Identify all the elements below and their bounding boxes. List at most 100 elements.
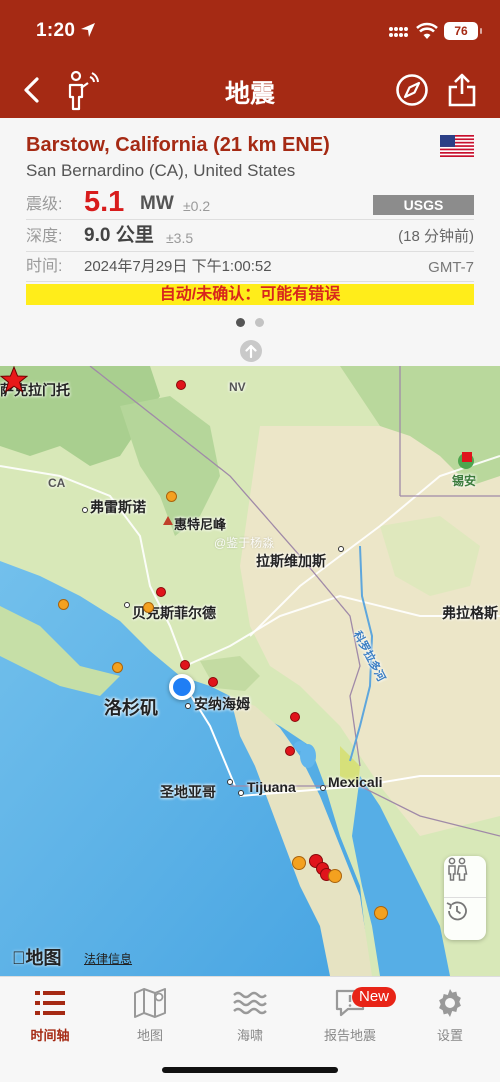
quake-marker[interactable] bbox=[292, 856, 306, 870]
us-flag-icon bbox=[440, 135, 474, 157]
city-dot-fresno bbox=[82, 507, 88, 513]
map-label-los-angeles: 洛杉矶 bbox=[104, 698, 158, 718]
tab-settings[interactable]: 设置 bbox=[400, 983, 500, 1047]
map-label-anaheim: 安纳海姆 bbox=[194, 696, 250, 712]
legal-link[interactable]: 法律信息 bbox=[84, 950, 132, 967]
page-dot[interactable] bbox=[255, 318, 264, 327]
quake-marker[interactable] bbox=[112, 662, 123, 673]
status-bar: 1:20 76 bbox=[0, 0, 500, 62]
event-region: San Bernardino (CA), United States bbox=[26, 161, 296, 180]
apple-maps-label: 地图 bbox=[12, 948, 62, 968]
map-label-zion: 锡安 bbox=[452, 474, 477, 488]
map-view[interactable]: 萨克拉门托 NV CA 弗雷斯诺 惠特尼峰 @鉴于杨淼 拉斯维加斯 贝克斯菲尔德… bbox=[0, 366, 500, 976]
collapse-button[interactable] bbox=[240, 340, 262, 362]
magnitude-uncertainty: ±0.2 bbox=[183, 198, 211, 214]
depth-value: 9.0 公里 bbox=[84, 225, 154, 246]
magnitude-row: 震级: 5.1 MW ±0.2 USGS bbox=[26, 186, 474, 220]
city-dot-mexicali bbox=[320, 785, 326, 791]
unconfirmed-warning: 自动/未确认：可能有错误 bbox=[26, 284, 474, 305]
city-dot-lasvegas bbox=[338, 546, 344, 552]
time-ago: (18 分钟前) bbox=[398, 228, 474, 245]
tab-label: 海啸 bbox=[236, 1028, 263, 1043]
map-label-flagstaff: 弗拉格斯 bbox=[442, 605, 498, 621]
mountain-peak-icon bbox=[163, 516, 173, 525]
time-label: 时间: bbox=[26, 258, 63, 275]
quake-marker[interactable] bbox=[180, 660, 190, 670]
tab-label: 地图 bbox=[136, 1028, 163, 1043]
timezone: GMT-7 bbox=[428, 259, 474, 276]
city-dot-anaheim bbox=[185, 703, 191, 709]
tab-timeline[interactable]: 时间轴 bbox=[0, 983, 100, 1047]
compass-button[interactable] bbox=[390, 68, 434, 112]
epicenter-star-icon[interactable] bbox=[0, 366, 28, 394]
watermark: @鉴于杨淼 bbox=[214, 536, 275, 550]
share-button[interactable] bbox=[440, 68, 484, 112]
map-label-mexicali: Mexicali bbox=[328, 774, 383, 790]
people-icon bbox=[448, 857, 468, 881]
city-dot-bakersfield bbox=[124, 602, 130, 608]
tab-label: 设置 bbox=[436, 1028, 463, 1043]
quake-marker[interactable] bbox=[176, 380, 186, 390]
quake-marker[interactable] bbox=[58, 599, 69, 610]
earthquake-info-card[interactable]: Barstow, California (21 km ENE) San Bern… bbox=[0, 118, 500, 366]
tab-report[interactable]: New 报告地震 bbox=[300, 983, 400, 1047]
battery-indicator: 76 bbox=[444, 22, 482, 40]
tab-label: 时间轴 bbox=[30, 1028, 70, 1043]
map-label-tijuana: Tijuana bbox=[247, 779, 296, 795]
magnitude-label: 震级: bbox=[26, 196, 63, 213]
page-dot-active[interactable] bbox=[236, 318, 245, 327]
back-button[interactable] bbox=[10, 68, 54, 112]
location-arrow-icon bbox=[81, 23, 95, 37]
map-icon bbox=[134, 988, 166, 1018]
city-dot-san-diego bbox=[227, 779, 233, 785]
tab-map[interactable]: 地图 bbox=[100, 983, 200, 1047]
map-label-ca: CA bbox=[48, 476, 66, 490]
list-icon bbox=[35, 991, 65, 1015]
people-filter-button[interactable] bbox=[444, 856, 486, 898]
arrow-up-icon bbox=[245, 344, 257, 358]
quake-marker[interactable] bbox=[143, 602, 154, 613]
depth-row: 深度: 9.0 公里 ±3.5 (18 分钟前) bbox=[26, 222, 474, 252]
compass-icon bbox=[396, 74, 428, 106]
nav-bar: 地震 bbox=[0, 62, 500, 118]
tab-tsunami[interactable]: 海啸 bbox=[200, 983, 300, 1047]
share-icon bbox=[448, 73, 476, 107]
wave-icon bbox=[233, 991, 267, 1015]
wifi-icon bbox=[416, 22, 438, 39]
quake-marker[interactable] bbox=[208, 677, 218, 687]
cellular-signal-icon bbox=[389, 27, 408, 37]
user-location-dot[interactable] bbox=[169, 674, 195, 700]
apple-logo-icon:  bbox=[12, 948, 26, 968]
map-controls bbox=[444, 856, 486, 940]
broadcast-person-button[interactable] bbox=[60, 68, 104, 112]
map-label-nv: NV bbox=[229, 380, 246, 394]
magnitude-unit: MW bbox=[140, 193, 174, 214]
quake-marker[interactable] bbox=[328, 869, 342, 883]
time-row: 时间: 2024年7月29日 下午1:00:52 GMT-7 bbox=[26, 252, 474, 282]
park-marker-icon bbox=[458, 452, 474, 469]
map-label-san-diego: 圣地亚哥 bbox=[160, 784, 216, 800]
depth-label: 深度: bbox=[26, 228, 63, 245]
source-badge[interactable]: USGS bbox=[373, 195, 474, 215]
city-dot-tijuana bbox=[238, 790, 244, 796]
new-badge: New bbox=[352, 987, 397, 1007]
quake-marker[interactable] bbox=[374, 906, 388, 920]
event-place: Barstow, California (21 km ENE) bbox=[26, 134, 330, 156]
gear-icon bbox=[439, 989, 461, 1017]
history-button[interactable] bbox=[444, 898, 486, 940]
quake-marker[interactable] bbox=[290, 712, 300, 722]
quake-marker[interactable] bbox=[166, 491, 177, 502]
apple-maps-logo: 地图 bbox=[12, 944, 62, 970]
status-time: 1:20 bbox=[36, 20, 76, 41]
quake-marker[interactable] bbox=[156, 587, 166, 597]
depth-uncertainty: ±3.5 bbox=[166, 230, 194, 246]
chevron-left-icon bbox=[24, 77, 39, 103]
page-indicator[interactable] bbox=[0, 318, 500, 327]
home-indicator bbox=[162, 1067, 338, 1073]
history-clock-icon bbox=[446, 901, 467, 921]
person-broadcast-icon bbox=[68, 70, 99, 111]
quake-marker[interactable] bbox=[285, 746, 295, 756]
map-label-fresno: 弗雷斯诺 bbox=[90, 499, 146, 515]
event-datetime: 2024年7月29日 下午1:00:52 bbox=[84, 258, 272, 275]
map-label-whitney: 惠特尼峰 bbox=[174, 517, 227, 532]
